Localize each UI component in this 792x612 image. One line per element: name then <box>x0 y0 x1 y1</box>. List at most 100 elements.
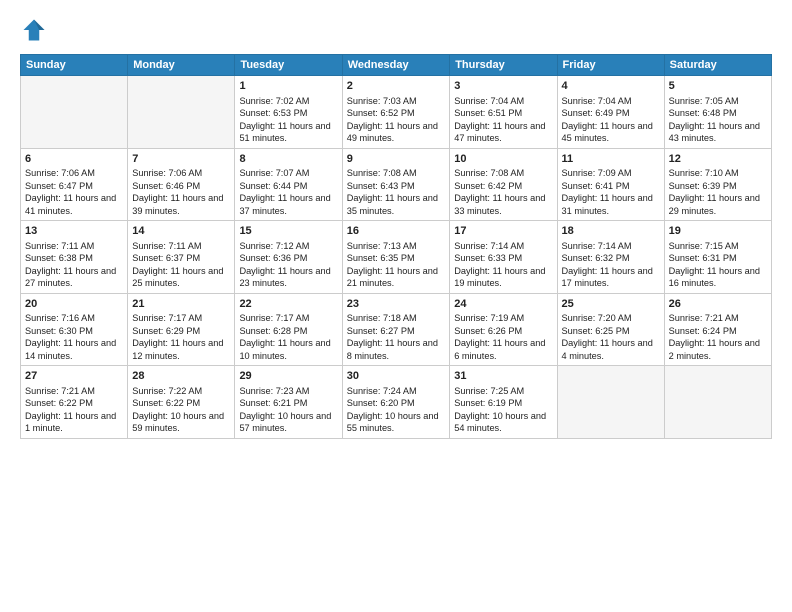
day-number: 24 <box>454 297 552 312</box>
day-number: 7 <box>132 152 230 167</box>
day-info: Sunrise: 7:11 AM Sunset: 6:38 PM Dayligh… <box>25 240 123 290</box>
calendar-header-sunday: Sunday <box>21 55 128 76</box>
day-number: 14 <box>132 224 230 239</box>
calendar-cell: 15Sunrise: 7:12 AM Sunset: 6:36 PM Dayli… <box>235 221 342 294</box>
day-number: 8 <box>239 152 337 167</box>
day-info: Sunrise: 7:22 AM Sunset: 6:22 PM Dayligh… <box>132 385 230 435</box>
day-info: Sunrise: 7:04 AM Sunset: 6:51 PM Dayligh… <box>454 95 552 145</box>
page: SundayMondayTuesdayWednesdayThursdayFrid… <box>0 0 792 612</box>
day-info: Sunrise: 7:04 AM Sunset: 6:49 PM Dayligh… <box>562 95 660 145</box>
day-number: 12 <box>669 152 767 167</box>
day-number: 3 <box>454 79 552 94</box>
calendar-header-wednesday: Wednesday <box>342 55 450 76</box>
day-number: 6 <box>25 152 123 167</box>
day-number: 20 <box>25 297 123 312</box>
header <box>20 16 772 44</box>
calendar-cell <box>21 76 128 149</box>
calendar-cell: 4Sunrise: 7:04 AM Sunset: 6:49 PM Daylig… <box>557 76 664 149</box>
day-info: Sunrise: 7:21 AM Sunset: 6:24 PM Dayligh… <box>669 312 767 362</box>
calendar-table: SundayMondayTuesdayWednesdayThursdayFrid… <box>20 54 772 439</box>
day-number: 1 <box>239 79 337 94</box>
calendar-cell: 13Sunrise: 7:11 AM Sunset: 6:38 PM Dayli… <box>21 221 128 294</box>
day-number: 25 <box>562 297 660 312</box>
day-info: Sunrise: 7:15 AM Sunset: 6:31 PM Dayligh… <box>669 240 767 290</box>
calendar-cell <box>557 366 664 439</box>
day-number: 29 <box>239 369 337 384</box>
day-info: Sunrise: 7:05 AM Sunset: 6:48 PM Dayligh… <box>669 95 767 145</box>
calendar-cell: 1Sunrise: 7:02 AM Sunset: 6:53 PM Daylig… <box>235 76 342 149</box>
day-number: 4 <box>562 79 660 94</box>
day-info: Sunrise: 7:06 AM Sunset: 6:47 PM Dayligh… <box>25 167 123 217</box>
calendar-cell: 23Sunrise: 7:18 AM Sunset: 6:27 PM Dayli… <box>342 293 450 366</box>
day-number: 23 <box>347 297 446 312</box>
calendar-cell: 28Sunrise: 7:22 AM Sunset: 6:22 PM Dayli… <box>128 366 235 439</box>
day-info: Sunrise: 7:23 AM Sunset: 6:21 PM Dayligh… <box>239 385 337 435</box>
logo <box>20 16 52 44</box>
day-number: 18 <box>562 224 660 239</box>
day-info: Sunrise: 7:16 AM Sunset: 6:30 PM Dayligh… <box>25 312 123 362</box>
calendar-cell: 14Sunrise: 7:11 AM Sunset: 6:37 PM Dayli… <box>128 221 235 294</box>
calendar-cell: 31Sunrise: 7:25 AM Sunset: 6:19 PM Dayli… <box>450 366 557 439</box>
calendar-cell: 17Sunrise: 7:14 AM Sunset: 6:33 PM Dayli… <box>450 221 557 294</box>
calendar-header-friday: Friday <box>557 55 664 76</box>
day-number: 30 <box>347 369 446 384</box>
day-number: 21 <box>132 297 230 312</box>
day-number: 26 <box>669 297 767 312</box>
day-info: Sunrise: 7:25 AM Sunset: 6:19 PM Dayligh… <box>454 385 552 435</box>
day-info: Sunrise: 7:17 AM Sunset: 6:29 PM Dayligh… <box>132 312 230 362</box>
calendar-cell: 19Sunrise: 7:15 AM Sunset: 6:31 PM Dayli… <box>664 221 771 294</box>
logo-icon <box>20 16 48 44</box>
calendar-week-5: 27Sunrise: 7:21 AM Sunset: 6:22 PM Dayli… <box>21 366 772 439</box>
day-info: Sunrise: 7:11 AM Sunset: 6:37 PM Dayligh… <box>132 240 230 290</box>
day-number: 22 <box>239 297 337 312</box>
calendar-header-tuesday: Tuesday <box>235 55 342 76</box>
day-info: Sunrise: 7:08 AM Sunset: 6:43 PM Dayligh… <box>347 167 446 217</box>
day-info: Sunrise: 7:13 AM Sunset: 6:35 PM Dayligh… <box>347 240 446 290</box>
calendar-cell <box>128 76 235 149</box>
day-number: 27 <box>25 369 123 384</box>
calendar-cell: 26Sunrise: 7:21 AM Sunset: 6:24 PM Dayli… <box>664 293 771 366</box>
calendar-cell: 16Sunrise: 7:13 AM Sunset: 6:35 PM Dayli… <box>342 221 450 294</box>
calendar-cell: 21Sunrise: 7:17 AM Sunset: 6:29 PM Dayli… <box>128 293 235 366</box>
calendar-cell: 12Sunrise: 7:10 AM Sunset: 6:39 PM Dayli… <box>664 148 771 221</box>
calendar-cell: 6Sunrise: 7:06 AM Sunset: 6:47 PM Daylig… <box>21 148 128 221</box>
calendar-header-monday: Monday <box>128 55 235 76</box>
calendar-header-saturday: Saturday <box>664 55 771 76</box>
day-number: 2 <box>347 79 446 94</box>
calendar-week-1: 1Sunrise: 7:02 AM Sunset: 6:53 PM Daylig… <box>21 76 772 149</box>
calendar-week-4: 20Sunrise: 7:16 AM Sunset: 6:30 PM Dayli… <box>21 293 772 366</box>
day-info: Sunrise: 7:09 AM Sunset: 6:41 PM Dayligh… <box>562 167 660 217</box>
calendar-cell: 25Sunrise: 7:20 AM Sunset: 6:25 PM Dayli… <box>557 293 664 366</box>
calendar-cell: 29Sunrise: 7:23 AM Sunset: 6:21 PM Dayli… <box>235 366 342 439</box>
day-info: Sunrise: 7:02 AM Sunset: 6:53 PM Dayligh… <box>239 95 337 145</box>
day-number: 10 <box>454 152 552 167</box>
day-number: 15 <box>239 224 337 239</box>
calendar-week-2: 6Sunrise: 7:06 AM Sunset: 6:47 PM Daylig… <box>21 148 772 221</box>
day-info: Sunrise: 7:07 AM Sunset: 6:44 PM Dayligh… <box>239 167 337 217</box>
day-number: 16 <box>347 224 446 239</box>
calendar-cell: 11Sunrise: 7:09 AM Sunset: 6:41 PM Dayli… <box>557 148 664 221</box>
calendar-cell: 30Sunrise: 7:24 AM Sunset: 6:20 PM Dayli… <box>342 366 450 439</box>
day-info: Sunrise: 7:06 AM Sunset: 6:46 PM Dayligh… <box>132 167 230 217</box>
day-number: 11 <box>562 152 660 167</box>
day-info: Sunrise: 7:21 AM Sunset: 6:22 PM Dayligh… <box>25 385 123 435</box>
day-info: Sunrise: 7:20 AM Sunset: 6:25 PM Dayligh… <box>562 312 660 362</box>
calendar-cell: 18Sunrise: 7:14 AM Sunset: 6:32 PM Dayli… <box>557 221 664 294</box>
calendar-header-thursday: Thursday <box>450 55 557 76</box>
calendar-cell: 7Sunrise: 7:06 AM Sunset: 6:46 PM Daylig… <box>128 148 235 221</box>
calendar-cell: 2Sunrise: 7:03 AM Sunset: 6:52 PM Daylig… <box>342 76 450 149</box>
day-info: Sunrise: 7:17 AM Sunset: 6:28 PM Dayligh… <box>239 312 337 362</box>
day-info: Sunrise: 7:12 AM Sunset: 6:36 PM Dayligh… <box>239 240 337 290</box>
calendar-cell: 22Sunrise: 7:17 AM Sunset: 6:28 PM Dayli… <box>235 293 342 366</box>
day-number: 31 <box>454 369 552 384</box>
day-number: 28 <box>132 369 230 384</box>
calendar-cell: 3Sunrise: 7:04 AM Sunset: 6:51 PM Daylig… <box>450 76 557 149</box>
day-number: 17 <box>454 224 552 239</box>
day-number: 19 <box>669 224 767 239</box>
day-info: Sunrise: 7:14 AM Sunset: 6:32 PM Dayligh… <box>562 240 660 290</box>
calendar-cell <box>664 366 771 439</box>
day-number: 13 <box>25 224 123 239</box>
day-info: Sunrise: 7:14 AM Sunset: 6:33 PM Dayligh… <box>454 240 552 290</box>
day-info: Sunrise: 7:24 AM Sunset: 6:20 PM Dayligh… <box>347 385 446 435</box>
calendar-cell: 5Sunrise: 7:05 AM Sunset: 6:48 PM Daylig… <box>664 76 771 149</box>
